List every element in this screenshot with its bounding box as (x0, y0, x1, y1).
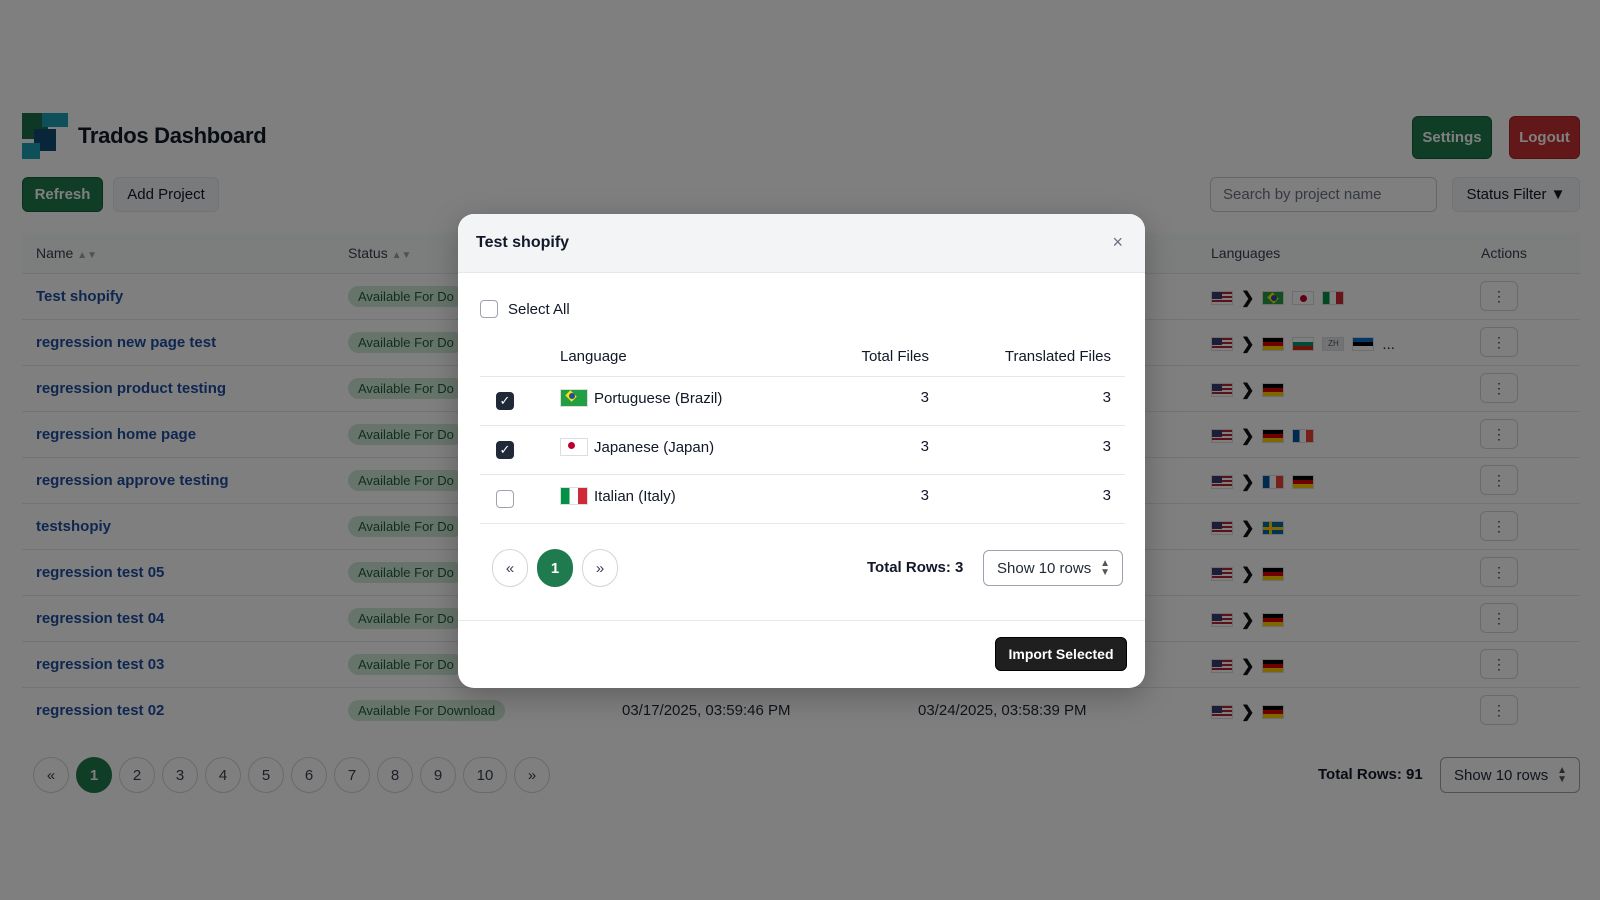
modal-pagination: « 1 » (492, 549, 618, 587)
language-row: ✓ Japanese (Japan) 3 3 (480, 426, 1125, 475)
language-cell: Italian (Italy) (560, 487, 676, 505)
language-checkbox[interactable]: ✓ (496, 441, 514, 459)
select-all-checkbox[interactable] (480, 300, 498, 318)
import-selected-button[interactable]: Import Selected (995, 637, 1127, 671)
modal-title: Test shopify (476, 234, 570, 251)
total-files-value: 3 (920, 487, 929, 504)
check-icon: ✓ (499, 393, 511, 408)
total-files-value: 3 (920, 438, 929, 455)
select-all-row[interactable]: Select All (480, 300, 570, 318)
modal-rows-per-page-select[interactable]: Show 10 rows ▲ ▼ (983, 550, 1123, 586)
select-arrows-icon: ▲▼ (1100, 558, 1110, 578)
close-icon[interactable]: × (1112, 232, 1123, 253)
modal-total-rows-label: Total Rows: 3 (867, 559, 964, 576)
translated-files-value: 3 (1102, 487, 1111, 504)
language-row: Italian (Italy) 3 3 (480, 475, 1125, 524)
column-translated-files: Translated Files (1004, 348, 1111, 365)
flag-jp-icon (560, 438, 588, 456)
language-table-header: Language Total Files Translated Files (480, 334, 1125, 377)
modal-page-button-1[interactable]: 1 (537, 549, 573, 587)
modal-prev-page-button[interactable]: « (492, 549, 528, 587)
column-total-files: Total Files (861, 348, 929, 365)
language-cell: Portuguese (Brazil) (560, 389, 722, 407)
modal-footer: Import Selected (458, 620, 1145, 688)
column-language: Language (560, 348, 627, 365)
import-languages-modal: Test shopify × Select All Language Total… (458, 214, 1145, 688)
language-row: ✓ Portuguese (Brazil) 3 3 (480, 377, 1125, 426)
select-all-label: Select All (508, 300, 570, 318)
language-checkbox[interactable]: ✓ (496, 392, 514, 410)
language-cell: Japanese (Japan) (560, 438, 714, 456)
language-name: Portuguese (Brazil) (594, 389, 723, 407)
translated-files-value: 3 (1102, 389, 1111, 406)
flag-br-icon (560, 389, 588, 407)
total-files-value: 3 (920, 389, 929, 406)
language-name: Japanese (Japan) (594, 438, 715, 456)
modal-rows-per-page-value: Show 10 rows (997, 559, 1092, 577)
language-table: Language Total Files Translated Files ✓ P… (480, 334, 1125, 524)
language-name: Italian (Italy) (594, 487, 676, 505)
flag-it-icon (560, 487, 588, 505)
modal-header: Test shopify × (458, 214, 1145, 273)
language-checkbox[interactable] (496, 490, 514, 508)
check-icon: ✓ (499, 442, 511, 457)
translated-files-value: 3 (1102, 438, 1111, 455)
modal-next-page-button[interactable]: » (582, 549, 618, 587)
